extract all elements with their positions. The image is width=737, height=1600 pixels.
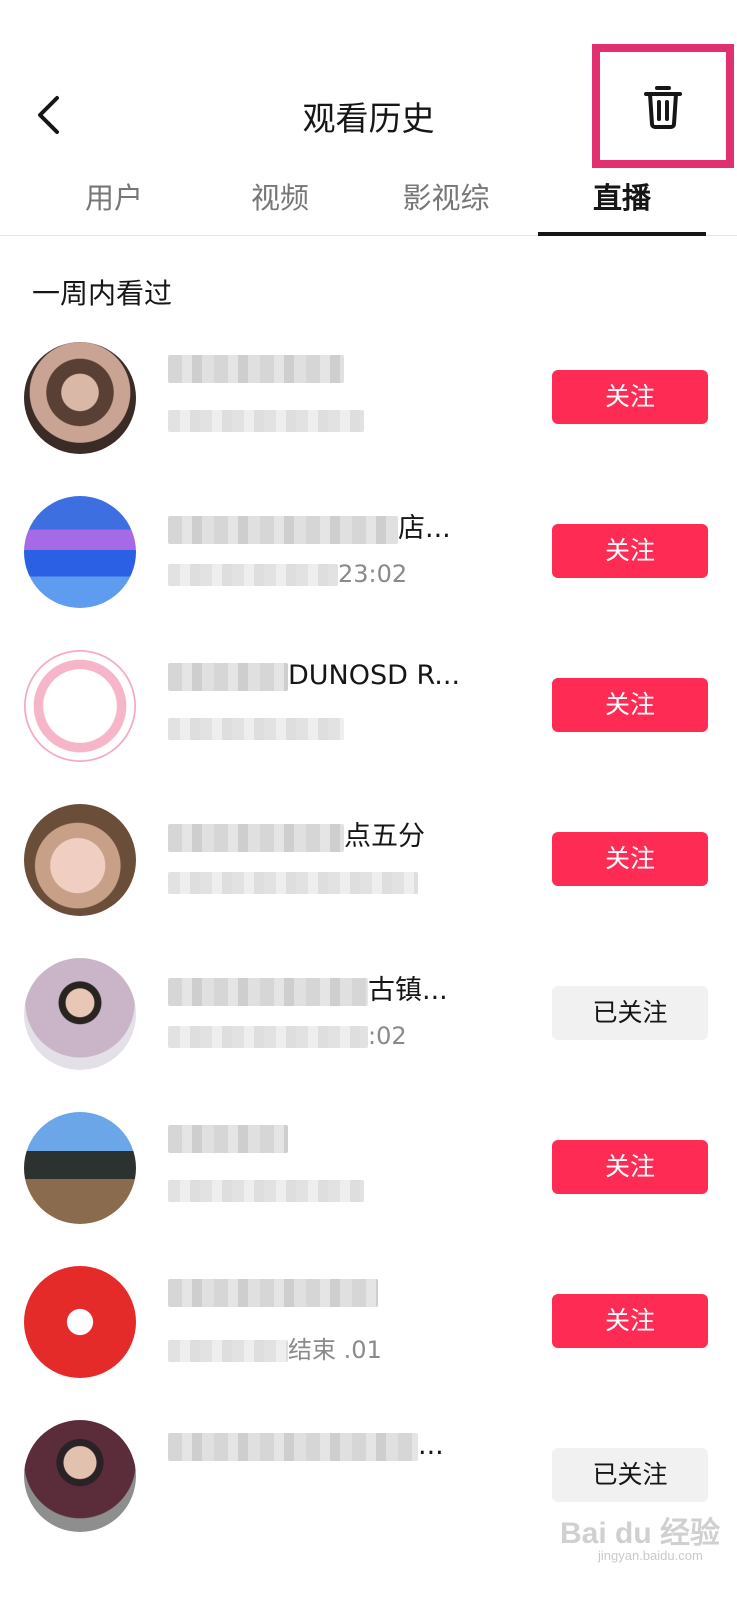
follow-button[interactable]: 关注 — [552, 370, 708, 424]
list-item[interactable]: 店... 23:02 关注 — [0, 484, 737, 640]
tab-users[interactable]: 用户 — [30, 170, 198, 236]
list-item[interactable]: 关注 — [0, 1100, 737, 1256]
list-item[interactable]: 结束 .01 关注 — [0, 1254, 737, 1410]
avatar[interactable] — [24, 1112, 136, 1224]
stream-status: :02 — [168, 1022, 407, 1050]
streamer-name: 店... — [168, 506, 451, 545]
tab-film-tv[interactable]: 影视综 — [362, 170, 530, 236]
follow-button[interactable]: 关注 — [552, 1140, 708, 1194]
follow-button[interactable]: 关注 — [552, 678, 708, 732]
streamer-name: ... — [168, 1430, 444, 1461]
avatar[interactable] — [24, 958, 136, 1070]
trash-icon — [644, 86, 682, 129]
list-item[interactable]: DUNOSD R... 关注 — [0, 638, 737, 794]
watermark-url: jingyan.baidu.com — [598, 1548, 703, 1563]
tab-live[interactable]: 直播 — [538, 170, 706, 236]
tab-videos[interactable]: 视频 — [196, 170, 364, 236]
streamer-name: DUNOSD R... — [168, 660, 460, 691]
list-item[interactable]: 点五分 关注 — [0, 792, 737, 948]
avatar[interactable] — [24, 496, 136, 608]
streamer-name: 点五分 — [168, 814, 425, 853]
stream-status — [168, 714, 344, 742]
watermark-logo: Bai du 经验 — [560, 1517, 721, 1550]
stream-status — [168, 1176, 364, 1204]
following-button[interactable]: 已关注 — [552, 986, 708, 1040]
stream-status — [168, 868, 418, 896]
list-item[interactable]: 古镇... :02 已关注 — [0, 946, 737, 1102]
stream-status: 结束 .01 — [168, 1330, 382, 1365]
avatar[interactable] — [24, 342, 136, 454]
streamer-name: 古镇... — [168, 968, 448, 1007]
following-button[interactable]: 已关注 — [552, 1448, 708, 1502]
avatar[interactable] — [24, 1420, 136, 1532]
follow-button[interactable]: 关注 — [552, 832, 708, 886]
avatar[interactable] — [24, 1266, 136, 1378]
follow-button[interactable]: 关注 — [552, 1294, 708, 1348]
active-tab-indicator — [538, 232, 706, 236]
top-bar: 观看历史 — [0, 0, 737, 170]
tab-bar: 用户 视频 影视综 直播 — [0, 170, 737, 236]
stream-status — [168, 406, 364, 434]
streamer-name — [168, 352, 344, 383]
streamer-name — [168, 1276, 378, 1307]
follow-button[interactable]: 关注 — [552, 524, 708, 578]
avatar[interactable] — [24, 650, 136, 762]
section-heading: 一周内看过 — [32, 277, 173, 310]
delete-history-button[interactable] — [592, 44, 734, 168]
streamer-name — [168, 1122, 288, 1153]
stream-status: 23:02 — [168, 560, 407, 588]
list-item[interactable]: 关注 — [0, 330, 737, 486]
avatar[interactable] — [24, 804, 136, 916]
